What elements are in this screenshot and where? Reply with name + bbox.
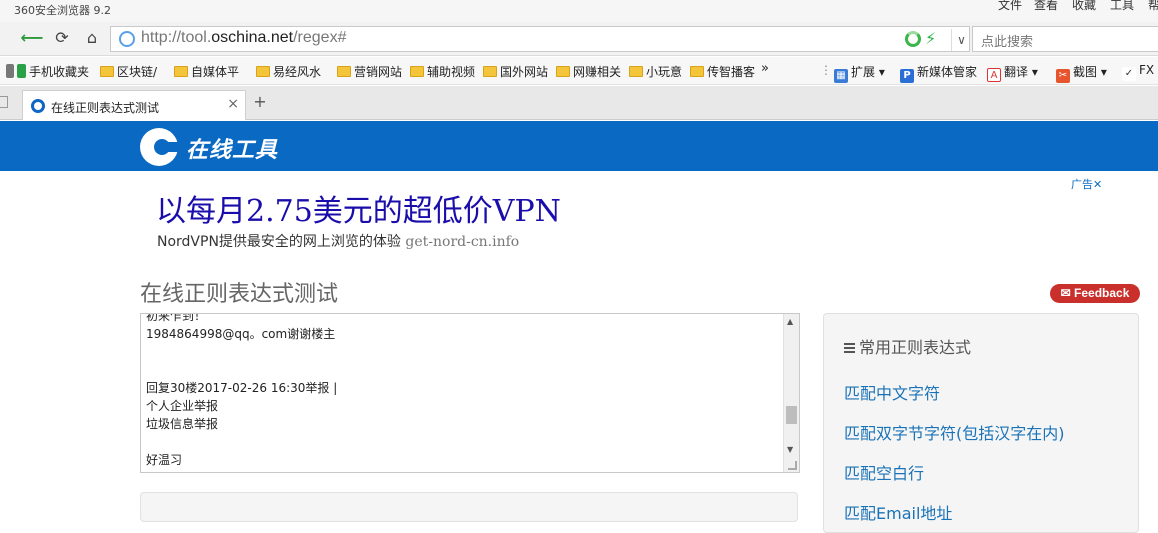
folder-icon <box>174 66 188 77</box>
back-arrow-icon[interactable]: ⟵ <box>20 26 44 50</box>
menu-favorites[interactable]: 收藏 <box>1072 0 1096 13</box>
app-title: 360安全浏览器 9.2 <box>14 4 111 17</box>
regex-options-panel <box>140 492 798 522</box>
tab-label: 在线正则表达式测试 <box>51 101 160 115</box>
textarea-line: 1984864998@qq。com谢谢楼主 <box>146 327 336 341</box>
regex-link-double-byte[interactable]: 匹配双字节字符(包括汉字在内) <box>844 420 1065 444</box>
speed-mode-icon[interactable]: ⚡ <box>925 29 936 48</box>
bookmark-folder[interactable]: 辅助视频 <box>410 63 475 80</box>
bookmark-mobile-favorites[interactable]: 手机收藏夹 <box>6 63 89 80</box>
new-tab-button[interactable]: + <box>250 92 270 112</box>
puzzle-icon: ▦ <box>834 69 848 83</box>
list-icon <box>844 343 855 353</box>
menu-tools[interactable]: 工具 <box>1110 0 1134 13</box>
more-icon <box>6 64 14 78</box>
close-tab-icon[interactable]: × <box>227 96 239 112</box>
textarea-line <box>146 433 776 451</box>
scroll-down-icon[interactable]: ▼ <box>787 445 793 454</box>
textarea-scrollbar[interactable]: ▲ ▼ <box>783 314 799 472</box>
search-box[interactable]: 点此搜索 <box>972 26 1158 52</box>
url-text[interactable]: http://tool.oschina.net/regex# <box>141 29 346 47</box>
fx-button[interactable]: ✓ FX <box>1122 63 1154 81</box>
regex-link-email[interactable]: 匹配Email地址 <box>844 500 952 524</box>
folder-icon <box>410 66 424 77</box>
bookmark-folder[interactable]: 网赚相关 <box>556 63 621 80</box>
title-bar: 360安全浏览器 9.2 文件 查看 收藏 工具 帮 <box>0 0 1158 22</box>
folder-icon <box>629 66 643 77</box>
translate-button[interactable]: A 翻译 ▾ <box>987 63 1038 82</box>
bookmark-folder[interactable]: 区块链/ <box>100 63 157 80</box>
regex-link-blank-line[interactable]: 匹配空白行 <box>844 460 924 484</box>
ad-close-badge[interactable]: 广告✕ <box>1071 176 1102 192</box>
bookmark-folder[interactable]: 国外网站 <box>483 63 548 80</box>
scissors-icon: ✂ <box>1056 69 1070 83</box>
menu-file[interactable]: 文件 <box>998 0 1022 13</box>
search-placeholder: 点此搜索 <box>981 35 1034 50</box>
textarea-content: 初来乍到！ 1984864998@qq。com谢谢楼主 回复30楼2017-02-2… <box>146 313 776 472</box>
textarea-line: 垃圾信息举报 <box>146 417 219 431</box>
refresh-icon[interactable]: ⟳ <box>50 26 74 50</box>
bookmark-folder[interactable]: 易经风水 <box>256 63 321 80</box>
bookmark-folder[interactable]: 自媒体平 <box>174 63 239 80</box>
screenshot-button[interactable]: ✂ 截图 ▾ <box>1056 63 1107 83</box>
bookmarks-more-button[interactable]: » <box>761 61 769 76</box>
folder-icon <box>256 66 270 77</box>
folder-icon <box>483 66 497 77</box>
folder-icon <box>556 66 570 77</box>
ad-headline-link[interactable]: 以每月2.75美元的超低价VPN <box>156 186 561 230</box>
regex-source-textarea[interactable]: 初来乍到！ 1984864998@qq。com谢谢楼主 回复30楼2017-02-2… <box>140 313 800 473</box>
folder-icon <box>690 66 704 77</box>
menu-help[interactable]: 帮 <box>1148 0 1158 13</box>
extensions-button[interactable]: ▦ 扩展 ▾ <box>834 63 885 83</box>
sidebar-toggle-icon[interactable] <box>0 96 8 108</box>
translate-icon: A <box>987 68 1001 82</box>
home-icon[interactable]: ⌂ <box>80 26 104 50</box>
feedback-button[interactable]: ✉ Feedback <box>1050 284 1140 303</box>
textarea-line: 初来乍到！ <box>146 313 207 323</box>
resize-grip-icon[interactable] <box>788 461 797 470</box>
p-logo-icon: P <box>900 69 914 83</box>
textarea-line: 个人企业举报 <box>146 399 219 413</box>
bookmark-folder[interactable]: 传智播客 <box>690 63 755 80</box>
site-logo-icon[interactable] <box>140 128 180 166</box>
bookmarks-bar: 手机收藏夹 区块链/ 自媒体平 易经风水 营销网站 辅助视频 国外网站 网赚相关… <box>0 57 1158 85</box>
folder-icon <box>100 66 114 77</box>
oschina-favicon-icon <box>31 99 45 113</box>
folder-icon <box>337 66 351 77</box>
phone-icon <box>17 64 26 78</box>
common-regex-panel: 常用正则表达式 匹配中文字符 匹配双字节字符(包括汉字在内) 匹配空白行 匹配E… <box>823 313 1139 533</box>
bookmark-folder[interactable]: 小玩意 <box>629 63 682 80</box>
tabs-bar: 在线正则表达式测试 × + <box>0 86 1158 120</box>
bookmark-folder[interactable]: 营销网站 <box>337 63 402 80</box>
scroll-up-icon[interactable]: ▲ <box>787 317 793 326</box>
menu-view[interactable]: 查看 <box>1034 0 1058 13</box>
fx-logo-icon: ✓ <box>1122 67 1136 81</box>
textarea-line <box>146 343 776 361</box>
textarea-line: 好温习 <box>146 453 183 467</box>
security-shield-icon[interactable] <box>905 31 921 47</box>
ad-description[interactable]: NordVPN提供最安全的网上浏览的体验 get-nord-cn.info <box>157 231 519 251</box>
textarea-line: 回复30楼2017-02-26 16:30举报 | <box>146 381 338 395</box>
chevron-down-icon[interactable]: ∨ <box>951 29 971 51</box>
site-header: 在线工具 <box>0 121 1158 171</box>
separator-dots-icon: ⋮ <box>820 63 832 77</box>
panel-title: 常用正则表达式 <box>844 334 971 358</box>
address-bar[interactable]: http://tool.oschina.net/regex# ⚡ ∨ <box>110 26 970 52</box>
textarea-line: 1984864998 <box>146 469 776 472</box>
scroll-thumb[interactable] <box>786 406 797 424</box>
site-logo-text[interactable]: 在线工具 <box>186 132 278 164</box>
tab-regex-test[interactable]: 在线正则表达式测试 × <box>22 90 246 120</box>
navigation-bar: ⟵ ⟳ ⌂ http://tool.oschina.net/regex# ⚡ ∨… <box>0 22 1158 56</box>
globe-icon <box>119 31 135 47</box>
regex-link-chinese[interactable]: 匹配中文字符 <box>844 380 940 404</box>
newmedia-button[interactable]: P 新媒体管家 <box>900 63 977 83</box>
page-title: 在线正则表达式测试 <box>140 282 339 307</box>
textarea-line <box>146 361 776 379</box>
